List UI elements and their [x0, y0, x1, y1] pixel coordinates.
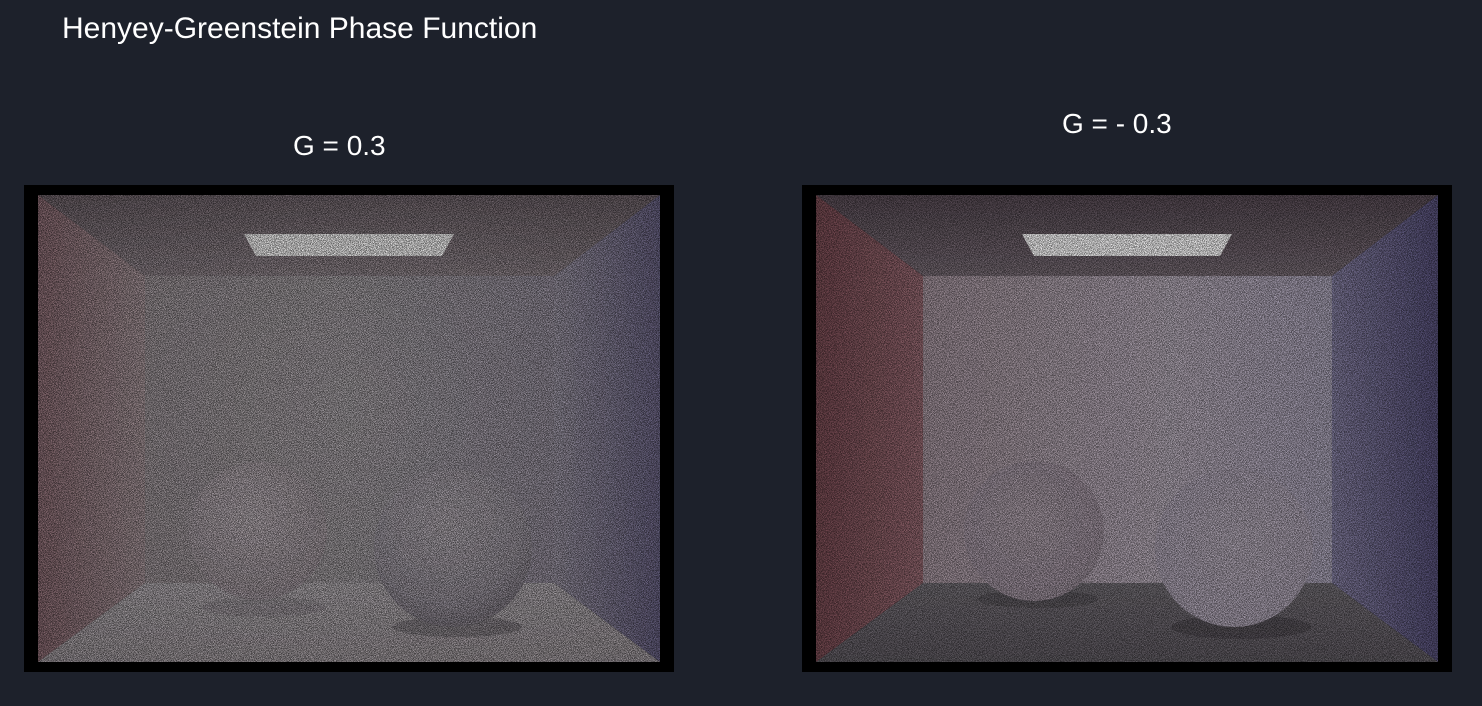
caption-g-negative: G = - 0.3 [1062, 108, 1172, 139]
render-forward-scattering [24, 185, 674, 672]
caption-g-positive: G = 0.3 [293, 130, 386, 161]
render-back-scattering [802, 185, 1452, 672]
slide-title: Henyey-Greenstein Phase Function [62, 12, 538, 45]
